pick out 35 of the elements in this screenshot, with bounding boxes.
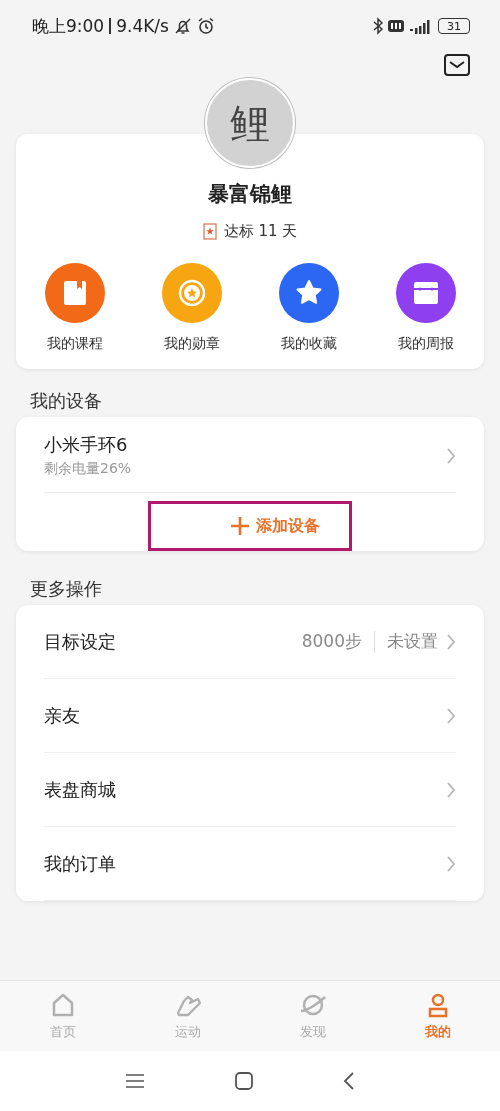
menu-row[interactable]: 目标设定 8000步 未设置 [44,605,456,679]
network-speed: 9.4K/s [116,16,169,36]
chevron-right-icon [446,780,456,799]
shortcut-button[interactable]: 我的周报 [375,263,476,353]
alarm-icon [196,17,215,35]
mail-icon[interactable] [444,54,470,76]
chevron-right-icon [446,854,456,873]
device-name: 小米手环6 [44,433,129,457]
bell-muted-icon [173,17,192,35]
status-value: 未设置 [387,630,438,653]
clock-text: 晚上9:00 [32,14,105,38]
plus-icon [230,516,250,536]
menu-icon[interactable] [125,1073,145,1089]
menu-row[interactable]: 表盘商城 [44,753,456,827]
battery-level-text: 剩余电量26% [44,460,132,478]
avatar[interactable]: 鲤 [205,78,295,168]
shortcut-button[interactable]: 我的勋章 [141,263,242,353]
bluetooth-icon [373,17,383,35]
chevron-right-icon [446,446,456,465]
chevron-right-icon [446,632,456,651]
separator-bar [109,18,112,34]
signal-icon [409,18,433,34]
back-icon[interactable] [343,1072,355,1090]
shortcut-button[interactable]: 我的收藏 [258,263,359,353]
user-name: 暴富锦鲤 [208,181,292,208]
shortcut-button[interactable]: 我的课程 [24,263,125,353]
streak-text: 达标 11 天 [223,222,298,241]
device-row[interactable]: 小米手环6 剩余电量26% [44,417,456,493]
battery-indicator: 31 [438,18,470,34]
medal-icon [202,223,217,240]
chevron-right-icon [446,706,456,725]
menu-row[interactable]: 我的订单 [44,827,456,901]
step-goal-value: 8000步 [301,630,362,653]
home-square-icon[interactable] [235,1072,253,1090]
menu-row[interactable]: 亲友 [44,679,456,753]
